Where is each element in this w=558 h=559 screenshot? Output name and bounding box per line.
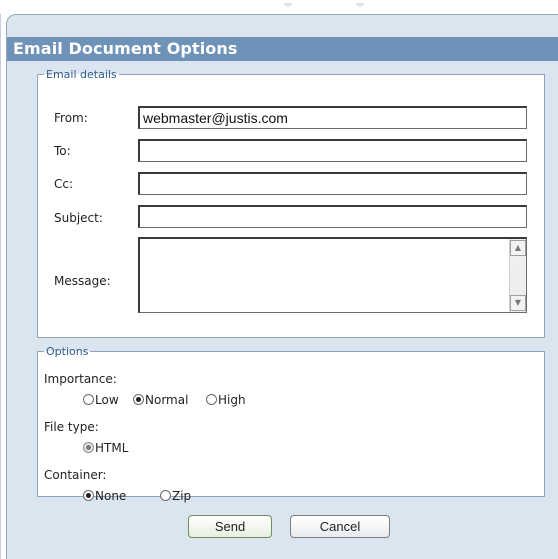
top-strip [0, 0, 558, 14]
email-details-fieldset: Email details From: webmaster@justis.com… [37, 68, 545, 338]
message-label: Message: [54, 274, 111, 288]
options-legend: Options [46, 345, 89, 358]
importance-high-radio[interactable] [206, 394, 217, 405]
from-field[interactable]: webmaster@justis.com [138, 106, 527, 129]
message-scrollbar[interactable]: ▲ ▼ [509, 239, 526, 312]
scroll-up-icon[interactable]: ▲ [510, 240, 526, 256]
email-options-dialog: Email Document Options Email details Fro… [6, 14, 558, 559]
importance-low-label: Low [95, 393, 119, 407]
to-label: To: [54, 144, 71, 158]
message-textarea[interactable]: ▲ ▼ [138, 237, 527, 313]
importance-normal-label: Normal [145, 393, 189, 407]
container-zip-radio[interactable] [160, 490, 171, 501]
send-button[interactable]: Send [188, 515, 272, 538]
container-label: Container: [44, 468, 107, 482]
cc-field[interactable] [138, 172, 527, 195]
cancel-button[interactable]: Cancel [290, 515, 390, 538]
container-none-label: None [95, 489, 127, 503]
importance-high-label: High [218, 393, 246, 407]
scroll-down-icon[interactable]: ▼ [510, 295, 526, 311]
window-edge [0, 14, 1, 559]
dialog-title-bar: Email Document Options [7, 37, 558, 61]
from-label: From: [54, 111, 88, 125]
file-type-label: File type: [44, 420, 99, 434]
email-details-legend: Email details [46, 68, 117, 81]
importance-normal-radio[interactable] [133, 394, 144, 405]
importance-low-radio[interactable] [83, 394, 94, 405]
file-type-html-label: HTML [95, 441, 129, 455]
subject-label: Subject: [54, 211, 103, 225]
dialog-title: Email Document Options [13, 39, 238, 58]
container-none-radio[interactable] [83, 490, 94, 501]
strip-marker [356, 3, 364, 7]
file-type-html-radio[interactable] [83, 442, 94, 453]
strip-marker [284, 3, 292, 7]
options-fieldset: Options Importance: Low Normal High File… [37, 345, 545, 503]
to-field[interactable] [138, 139, 527, 162]
cc-label: Cc: [54, 177, 74, 191]
subject-field[interactable] [138, 205, 527, 228]
container-zip-label: Zip [172, 489, 192, 503]
importance-label: Importance: [44, 372, 117, 386]
